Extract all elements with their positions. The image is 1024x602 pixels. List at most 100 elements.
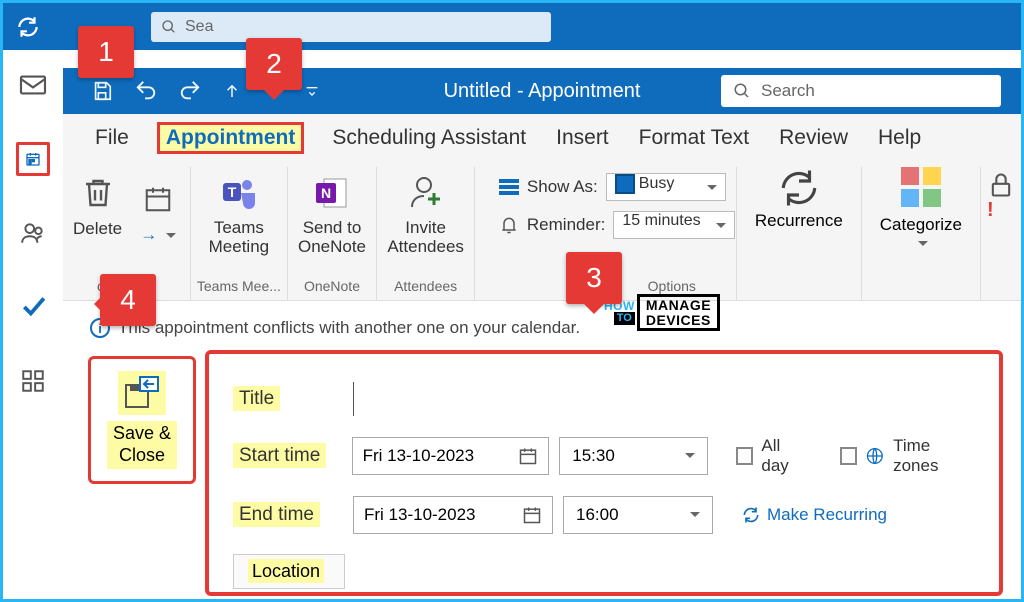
- callout-4: 4: [100, 274, 156, 326]
- start-time-value: 15:30: [572, 446, 615, 466]
- search-icon: [161, 19, 177, 35]
- end-date-picker[interactable]: Fri 13-10-2023: [353, 496, 553, 534]
- callout-3: 3: [566, 252, 622, 328]
- show-as-select[interactable]: Busy: [606, 173, 726, 201]
- tab-help[interactable]: Help: [876, 120, 923, 156]
- calendar-small-icon: [136, 177, 180, 221]
- invite-attendees-button[interactable]: Invite Attendees: [387, 167, 464, 256]
- title-input[interactable]: [353, 382, 979, 416]
- all-day-checkbox[interactable]: All day: [736, 436, 812, 476]
- nav-sidebar: [3, 50, 63, 598]
- app-toolbar: Sea: [3, 3, 1021, 50]
- trash-icon: [76, 171, 120, 215]
- tab-format[interactable]: Format Text: [637, 120, 751, 156]
- make-recurring-link[interactable]: Make Recurring: [741, 505, 887, 525]
- undo-icon[interactable]: [135, 80, 157, 102]
- recurrence-label: Recurrence: [755, 211, 843, 231]
- all-day-label: All day: [761, 436, 811, 476]
- start-date-picker[interactable]: Fri 13-10-2023: [352, 437, 550, 475]
- onenote-group-label: OneNote: [304, 278, 360, 294]
- recurrence-button[interactable]: Recurrence: [737, 167, 862, 300]
- tasks-nav-icon[interactable]: [16, 290, 50, 324]
- people-nav-icon[interactable]: [16, 216, 50, 250]
- attendees-group-label: Attendees: [394, 278, 457, 294]
- sync-icon[interactable]: [15, 14, 41, 40]
- location-button[interactable]: Location: [233, 554, 345, 589]
- show-as-label: Show As:: [527, 177, 598, 197]
- callout-1: 1: [78, 26, 134, 78]
- window-titlebar: Untitled - Appointment Search: [63, 68, 1021, 114]
- checkbox-icon: [840, 447, 858, 465]
- invite-icon: [404, 171, 448, 215]
- teams-icon: T: [217, 171, 261, 215]
- recurrence-icon: [741, 505, 761, 525]
- categorize-label: Categorize: [880, 215, 962, 235]
- delete-label: Delete: [73, 219, 122, 239]
- start-time-picker[interactable]: 15:30: [559, 437, 707, 475]
- start-date-value: Fri 13-10-2023: [363, 446, 475, 466]
- chevron-down-icon: [685, 453, 695, 463]
- onenote-label: Send to OneNote: [298, 219, 366, 256]
- show-as-icon: [499, 179, 519, 195]
- save-close-icon: [118, 371, 166, 415]
- callout-2: 2: [246, 38, 302, 114]
- invite-label: Invite Attendees: [387, 219, 464, 256]
- chevron-right-icon: →: [140, 225, 176, 245]
- title-label: Title: [233, 388, 343, 410]
- teams-group-label: Teams Mee...: [197, 278, 281, 294]
- globe-icon: [865, 446, 885, 466]
- appointment-form: Title Start time Fri 13-10-2023 15:30 Al…: [205, 350, 1003, 596]
- end-date-value: Fri 13-10-2023: [364, 505, 476, 525]
- options-group-label: Options: [648, 278, 696, 294]
- tab-scheduling[interactable]: Scheduling Assistant: [330, 120, 528, 156]
- teams-meeting-button[interactable]: T Teams Meeting: [209, 167, 269, 256]
- reminder-icon: [499, 215, 519, 235]
- reminder-select[interactable]: 15 minutes: [613, 211, 735, 239]
- make-recurring-label: Make Recurring: [767, 505, 887, 525]
- quick-search-text: Sea: [185, 18, 213, 36]
- ribbon-search[interactable]: Search: [721, 75, 1001, 107]
- checkbox-icon: [736, 447, 754, 465]
- end-time-picker[interactable]: 16:00: [563, 496, 713, 534]
- start-time-label: Start time: [233, 445, 342, 467]
- reminder-label: Reminder:: [527, 215, 605, 235]
- svg-text:T: T: [228, 184, 237, 200]
- teams-label: Teams Meeting: [209, 219, 269, 256]
- time-zones-checkbox[interactable]: Time zones: [840, 436, 979, 476]
- chevron-down-icon: [918, 241, 928, 251]
- up-arrow-icon[interactable]: [223, 81, 241, 101]
- search-placeholder: Search: [761, 81, 815, 101]
- save-close-button[interactable]: Save &Close: [88, 356, 196, 484]
- calendar-nav-icon[interactable]: [16, 142, 50, 176]
- chevron-down-icon: [690, 512, 700, 522]
- conflict-warning: i This appointment conflicts with anothe…: [90, 318, 580, 338]
- mail-nav-icon[interactable]: [16, 68, 50, 102]
- tab-file[interactable]: File: [93, 120, 131, 156]
- svg-text:N: N: [321, 185, 331, 201]
- ribbon-tabs: File Appointment Scheduling Assistant In…: [63, 114, 1021, 161]
- apps-nav-icon[interactable]: [16, 364, 50, 398]
- categorize-icon: [901, 167, 941, 207]
- time-zones-label: Time zones: [893, 436, 979, 476]
- conflict-text: This appointment conflicts with another …: [118, 318, 580, 338]
- tab-appointment[interactable]: Appointment: [157, 122, 304, 154]
- window-title: Untitled - Appointment: [444, 80, 641, 103]
- lock-icon: [987, 171, 1015, 199]
- categorize-button[interactable]: Categorize: [862, 167, 981, 300]
- onenote-icon: N: [310, 171, 354, 215]
- redo-icon[interactable]: [179, 80, 201, 102]
- private-button[interactable]: !: [981, 167, 1021, 300]
- calendar-icon: [522, 505, 542, 525]
- tab-review[interactable]: Review: [777, 120, 850, 156]
- save-icon[interactable]: [91, 80, 113, 102]
- end-time-label: End time: [233, 504, 343, 526]
- quick-search[interactable]: Sea: [151, 12, 551, 42]
- recurrence-icon: [778, 167, 820, 209]
- high-importance-icon[interactable]: !: [987, 199, 1015, 222]
- tab-insert[interactable]: Insert: [554, 120, 611, 156]
- qat-dropdown-icon[interactable]: [303, 83, 321, 99]
- search-icon: [733, 82, 751, 100]
- end-time-value: 16:00: [576, 505, 619, 525]
- onenote-button[interactable]: N Send to OneNote: [298, 167, 366, 256]
- ribbon-panel: Delete → ons T Teams Meeting Teams Mee..…: [63, 161, 1021, 301]
